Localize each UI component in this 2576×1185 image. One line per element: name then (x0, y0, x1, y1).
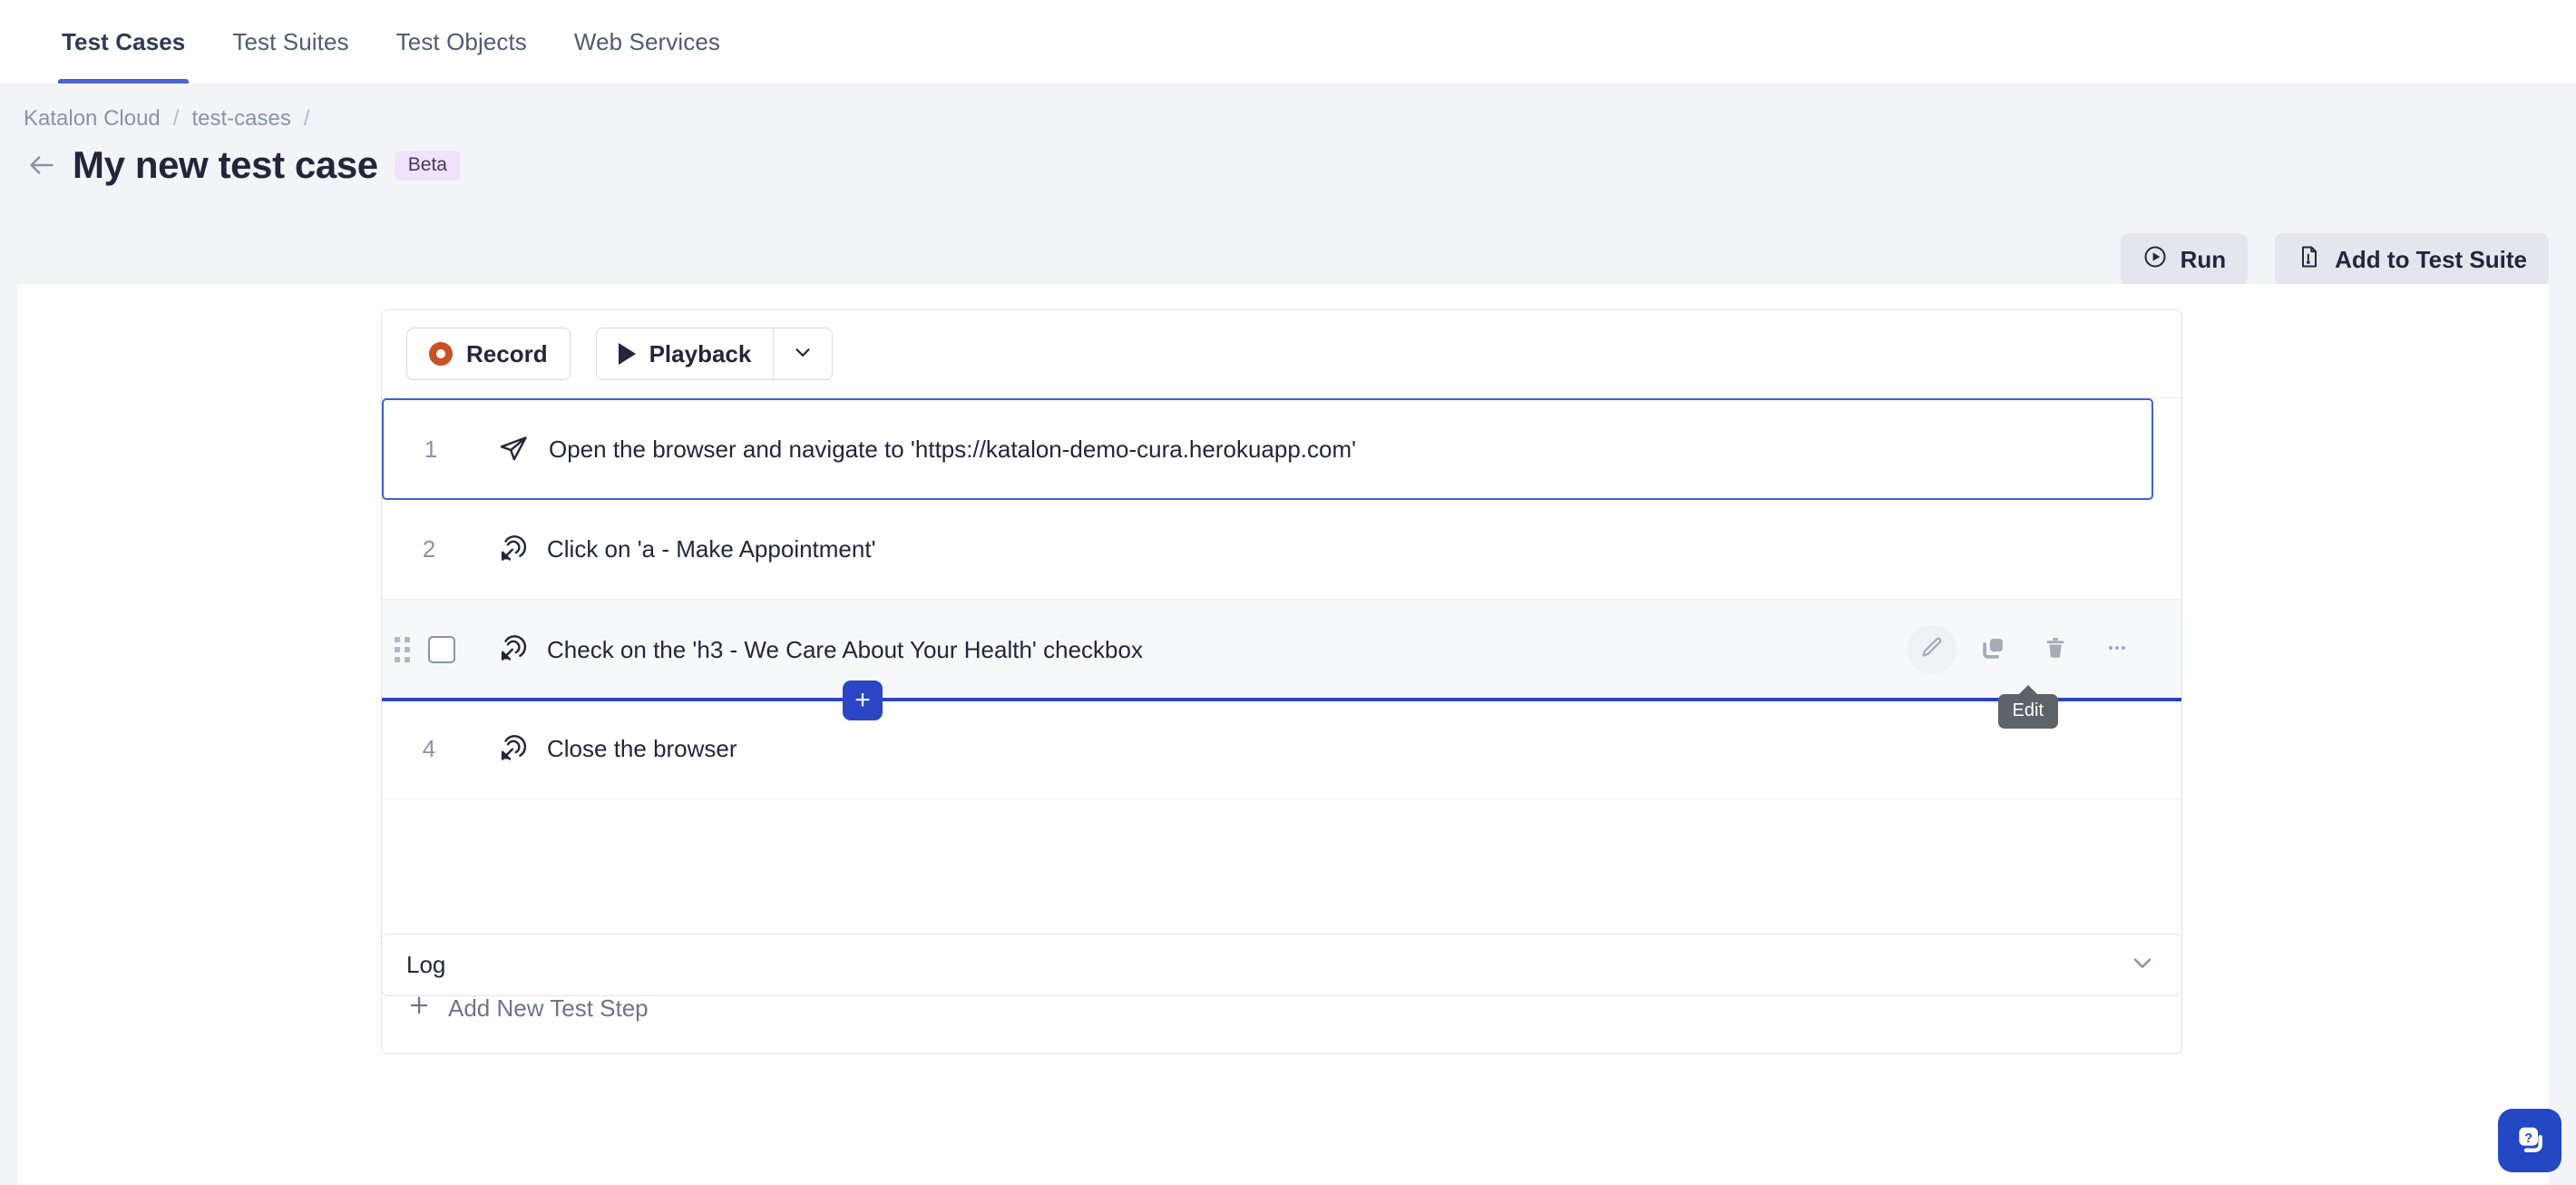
playback-split-button: Playback (595, 328, 834, 380)
tooltip-label: Edit (2012, 700, 2044, 720)
navigate-send-icon (478, 434, 549, 465)
run-button-label: Run (2180, 245, 2227, 273)
status-badge: Beta (394, 150, 461, 181)
step-number: 2 (422, 535, 436, 563)
tab-web-services[interactable]: Web Services (551, 0, 744, 83)
record-button[interactable]: Record (406, 328, 571, 380)
run-button[interactable]: Run (2120, 233, 2249, 286)
log-panel-title: Log (406, 951, 446, 978)
pencil-icon (1919, 635, 1945, 665)
table-row[interactable]: Check on the 'h3 - We Care About Your He… (382, 600, 2181, 729)
tab-label: Test Cases (62, 27, 186, 55)
chevron-down-icon (791, 340, 815, 368)
breadcrumb-item-test-cases[interactable]: test-cases (191, 106, 290, 132)
row-action-buttons (1908, 625, 2142, 674)
tooltip: Edit (1997, 694, 2058, 729)
chevron-down-icon[interactable] (2128, 948, 2157, 982)
step-description: Open the browser and navigate to 'https:… (549, 435, 1357, 463)
test-suite-file-icon (2297, 244, 2322, 276)
add-to-test-suite-button[interactable]: Add to Test Suite (2275, 233, 2549, 286)
page-title: My new test case (73, 143, 378, 186)
step-number: 1 (424, 435, 438, 463)
add-to-test-suite-label: Add to Test Suite (2335, 245, 2527, 273)
play-triangle-icon (618, 343, 636, 365)
playback-button-label: Playback (649, 339, 752, 367)
tab-test-objects[interactable]: Test Objects (373, 0, 551, 83)
edit-step-button[interactable] (1908, 625, 1956, 674)
log-panel[interactable]: Log (381, 934, 2182, 996)
drag-handle-icon[interactable] (395, 637, 410, 662)
delete-step-button[interactable] (2031, 625, 2080, 674)
recorder-toolbar: Record Playback (382, 310, 2181, 398)
page-header: Katalon Cloud / test-cases / My new test… (0, 83, 2576, 319)
insert-step-label: + (854, 685, 871, 715)
click-target-icon (476, 634, 547, 665)
table-row[interactable]: 4 Close the browser (382, 700, 2181, 799)
step-description: Click on 'a - Make Appointment' (547, 535, 876, 563)
plus-icon (406, 993, 432, 1024)
step-number: 4 (422, 735, 436, 762)
duplicate-step-button[interactable] (1969, 625, 2018, 674)
breadcrumb-item-katalon-cloud[interactable]: Katalon Cloud (24, 106, 161, 132)
playback-dropdown-button[interactable] (773, 328, 834, 380)
step-description: Close the browser (547, 735, 737, 762)
tab-label: Test Suites (232, 27, 349, 55)
tab-label: Web Services (573, 27, 721, 55)
breadcrumb: Katalon Cloud / test-cases / (24, 106, 323, 132)
ellipsis-icon (2104, 635, 2130, 665)
copy-icon (1981, 635, 2006, 665)
play-circle-icon (2142, 244, 2168, 276)
svg-text:?: ? (2524, 1131, 2532, 1145)
table-row[interactable]: 2 Click on 'a - Make Appointment' (382, 500, 2181, 600)
arrow-left-icon[interactable] (24, 147, 60, 183)
more-options-button[interactable] (2093, 625, 2142, 674)
click-target-icon (476, 734, 547, 765)
record-button-label: Record (466, 339, 548, 367)
add-new-test-step-label: Add New Test Step (448, 994, 649, 1022)
primary-tab-bar: Test Cases Test Suites Test Objects Web … (0, 0, 2576, 83)
title-row: My new test case Beta (24, 143, 461, 187)
page-body: Record Playback 1 Open the browser and n… (18, 284, 2549, 1185)
tab-test-cases[interactable]: Test Cases (38, 0, 209, 83)
breadcrumb-separator: / (303, 106, 310, 131)
trash-icon (2043, 635, 2068, 665)
click-target-icon (476, 534, 547, 565)
help-chat-button[interactable]: ? (2498, 1109, 2561, 1172)
table-row[interactable]: 1 Open the browser and navigate to 'http… (382, 398, 2153, 500)
row-checkbox[interactable] (428, 636, 455, 663)
breadcrumb-separator: / (172, 106, 180, 131)
help-chat-icon: ? (2512, 1121, 2548, 1161)
tab-test-suites[interactable]: Test Suites (209, 0, 372, 83)
header-actions: Run Add to Test Suite (2120, 233, 2549, 286)
record-dot-icon (429, 342, 453, 366)
row-lead-controls (382, 636, 476, 663)
step-description: Check on the 'h3 - We Care About Your He… (547, 635, 1143, 663)
step-insert-line (382, 698, 2181, 701)
playback-button[interactable]: Playback (595, 328, 774, 380)
tab-label: Test Objects (395, 27, 527, 55)
insert-step-button[interactable]: + (843, 681, 883, 720)
